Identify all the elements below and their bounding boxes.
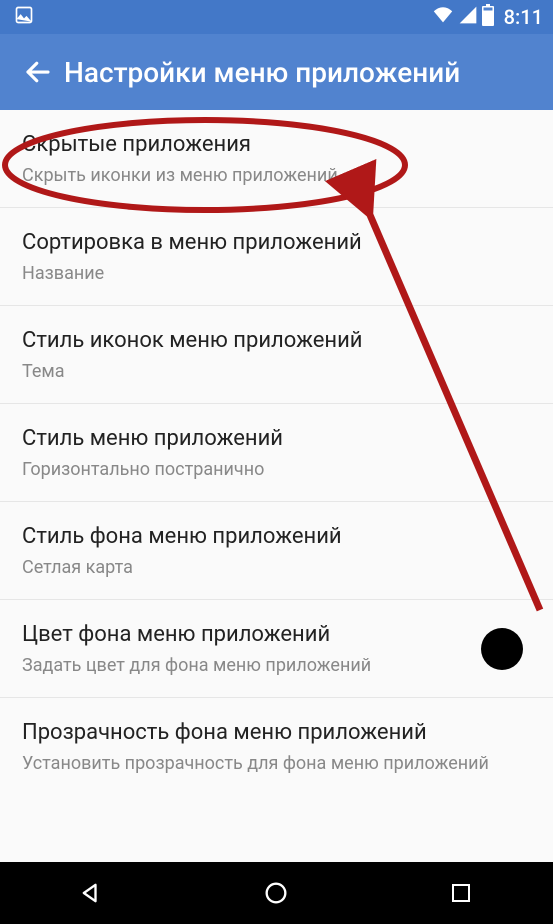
setting-subtitle: Задать цвет для фона меню приложений <box>22 654 531 677</box>
setting-bg-color[interactable]: Цвет фона меню приложений Задать цвет дл… <box>0 600 553 698</box>
setting-title: Сортировка в меню приложений <box>22 228 531 258</box>
setting-title: Скрытые приложения <box>22 130 531 160</box>
nav-recent-button[interactable] <box>416 869 506 917</box>
battery-icon <box>482 4 494 31</box>
setting-subtitle: Скрыть иконки из меню приложений <box>22 164 531 187</box>
setting-subtitle: Установить прозрачность для фона меню пр… <box>22 752 531 775</box>
navigation-bar <box>0 862 553 924</box>
nav-back-button[interactable] <box>47 869 137 917</box>
setting-bg-style[interactable]: Стиль фона меню приложений Сетлая карта <box>0 502 553 600</box>
setting-title: Прозрачность фона меню приложений <box>22 718 531 748</box>
app-bar: Настройки меню приложений <box>0 34 553 110</box>
setting-sort[interactable]: Сортировка в меню приложений Название <box>0 208 553 306</box>
status-bar: 8:11 <box>0 0 553 34</box>
cellular-icon <box>458 5 478 30</box>
wifi-icon <box>432 4 454 31</box>
color-swatch <box>481 628 523 670</box>
picture-icon <box>14 5 34 30</box>
setting-subtitle: Тема <box>22 360 531 383</box>
setting-icon-style[interactable]: Стиль иконок меню приложений Тема <box>0 306 553 404</box>
setting-title: Стиль фона меню приложений <box>22 522 531 552</box>
setting-title: Цвет фона меню приложений <box>22 620 531 650</box>
page-title: Настройки меню приложений <box>64 56 460 89</box>
setting-hidden-apps[interactable]: Скрытые приложения Скрыть иконки из меню… <box>0 110 553 208</box>
setting-title: Стиль меню приложений <box>22 424 531 454</box>
status-clock: 8:11 <box>504 5 543 29</box>
nav-home-button[interactable] <box>231 869 321 917</box>
setting-bg-transparency[interactable]: Прозрачность фона меню приложений Устано… <box>0 698 553 795</box>
setting-title: Стиль иконок меню приложений <box>22 326 531 356</box>
setting-subtitle: Горизонтально постранично <box>22 458 531 481</box>
setting-subtitle: Сетлая карта <box>22 556 531 579</box>
back-button[interactable] <box>12 57 64 87</box>
setting-subtitle: Название <box>22 262 531 285</box>
setting-menu-style[interactable]: Стиль меню приложений Горизонтально пост… <box>0 404 553 502</box>
settings-list: Скрытые приложения Скрыть иконки из меню… <box>0 110 553 862</box>
